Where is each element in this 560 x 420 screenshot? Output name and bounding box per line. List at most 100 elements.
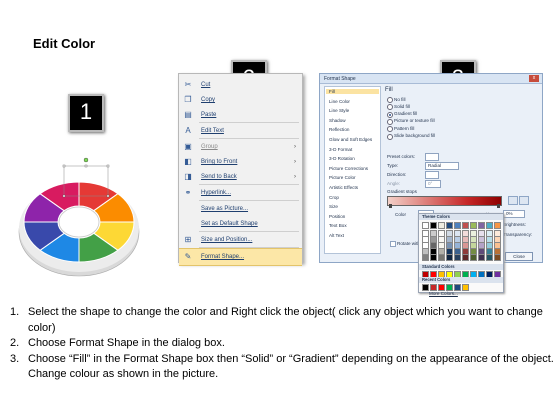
instruction-number: 3. xyxy=(10,352,20,365)
fill-radio[interactable] xyxy=(387,133,393,140)
theme-color-swatch[interactable] xyxy=(478,222,485,229)
nav-item[interactable]: Position xyxy=(329,214,345,219)
menu-item[interactable]: ✂ Cut xyxy=(179,77,302,93)
theme-color-swatch[interactable] xyxy=(486,254,493,261)
theme-color-swatch[interactable] xyxy=(422,254,429,261)
theme-color-swatch[interactable] xyxy=(462,222,469,229)
fill-radio[interactable] xyxy=(387,126,393,133)
scissors-icon: ✂ xyxy=(184,80,192,89)
submenu-arrow-icon: › xyxy=(294,159,296,165)
theme-color-swatch[interactable] xyxy=(438,254,445,261)
nav-item[interactable]: Size xyxy=(329,204,338,209)
instruction-text: Choose Format Shape in the dialog box. xyxy=(28,337,225,349)
menu-item[interactable]: Save as Picture... xyxy=(179,201,302,217)
theme-color-swatch[interactable] xyxy=(470,222,477,229)
theme-color-swatch[interactable] xyxy=(494,254,501,261)
recent-color-swatch[interactable] xyxy=(454,284,461,291)
standard-colors-label: Standard Colors xyxy=(419,264,503,270)
menu-item-label: Bring to Front xyxy=(201,159,238,165)
menu-item[interactable]: ▤ Paste xyxy=(179,107,302,123)
nav-item[interactable]: Glow and Soft Edges xyxy=(329,137,372,142)
nav-item[interactable]: Reflection xyxy=(329,127,349,132)
gradient-stops-bar[interactable] xyxy=(387,196,502,206)
theme-color-swatch[interactable] xyxy=(438,222,445,229)
menu-item[interactable]: A Edit Text xyxy=(179,123,302,139)
nav-item[interactable]: Artistic Effects xyxy=(329,185,358,190)
menu-item[interactable]: ▣ Group › xyxy=(179,139,302,155)
recent-color-swatch[interactable] xyxy=(422,284,429,291)
close-button[interactable]: Close xyxy=(505,252,533,261)
preset-colors-dropdown[interactable] xyxy=(425,153,439,161)
position-field[interactable]: 0% xyxy=(503,210,525,218)
fill-option-label: Picture or texture fill xyxy=(394,118,435,124)
menu-item[interactable]: ⊞ Size and Position... xyxy=(179,232,302,248)
menu-item[interactable]: ⚭ Hyperlink... xyxy=(179,185,302,201)
nav-item[interactable]: Fill xyxy=(326,89,379,94)
theme-color-swatch[interactable] xyxy=(454,254,461,261)
theme-color-swatch[interactable] xyxy=(430,222,437,229)
fill-radio[interactable] xyxy=(387,118,393,125)
menu-item-label: Format Shape... xyxy=(201,254,245,260)
theme-color-swatch[interactable] xyxy=(462,254,469,261)
preset-colors-label: Preset colors: xyxy=(387,154,416,159)
bring-to-front-icon: ◧ xyxy=(184,157,192,166)
nav-item[interactable]: Line Color xyxy=(329,99,350,104)
angle-field[interactable]: 0° xyxy=(425,180,441,188)
theme-color-swatch[interactable] xyxy=(470,254,477,261)
nav-item[interactable]: Picture Color xyxy=(329,175,356,180)
gradient-stops-label: Gradient stops xyxy=(387,189,417,194)
theme-color-swatch[interactable] xyxy=(446,222,453,229)
fill-radio[interactable] xyxy=(387,111,393,118)
instruction-item: 3. Choose “Fill” in the Format Shape box… xyxy=(10,352,555,383)
type-dropdown[interactable]: Radial xyxy=(425,162,459,170)
menu-item-label: Edit Text xyxy=(201,128,224,134)
rotate-checkbox[interactable] xyxy=(390,241,396,247)
close-icon[interactable]: x xyxy=(529,75,539,82)
recent-color-swatch[interactable] xyxy=(430,284,437,291)
menu-item[interactable]: ◨ Send to Back › xyxy=(179,169,302,185)
fill-option-label: No fill xyxy=(394,96,406,102)
more-colors-link[interactable]: More Colors... xyxy=(429,291,458,296)
menu-item[interactable]: ✎ Format Shape... xyxy=(179,248,302,266)
theme-color-swatch[interactable] xyxy=(446,254,453,261)
send-to-back-icon: ◨ xyxy=(184,172,192,181)
theme-color-swatch[interactable] xyxy=(454,222,461,229)
panel-heading: Fill xyxy=(385,87,393,93)
size-position-icon: ⊞ xyxy=(184,235,192,244)
gradient-stop-handle[interactable] xyxy=(497,204,500,208)
menu-item[interactable]: ◧ Bring to Front › xyxy=(179,154,302,170)
recent-color-swatch[interactable] xyxy=(462,284,469,291)
nav-item[interactable]: Alt Text xyxy=(329,233,344,238)
recent-color-swatch[interactable] xyxy=(446,284,453,291)
nav-item[interactable]: 3-D Rotation xyxy=(329,156,355,161)
theme-color-swatch[interactable] xyxy=(486,222,493,229)
theme-color-swatch[interactable] xyxy=(494,222,501,229)
recent-colors-label: Recent Colors xyxy=(419,277,503,283)
nav-item[interactable]: 3-D Format xyxy=(329,147,352,152)
nav-item[interactable]: Line Style xyxy=(329,108,349,113)
context-menu: ✂ Cut ❐ Copy ▤ Paste A Edit Text ▣ Group › ◧ Bring t… xyxy=(178,73,303,266)
nav-item[interactable]: Picture Corrections xyxy=(329,166,368,171)
puzzle-ring-diagram[interactable] xyxy=(17,150,141,280)
add-stop-icon[interactable] xyxy=(508,196,518,205)
dialog-nav: Fill Line Color Line Style Shadow Reflection… xyxy=(324,86,381,254)
theme-color-swatch[interactable] xyxy=(478,254,485,261)
fill-option-label: Gradient fill xyxy=(394,111,418,117)
menu-item[interactable]: ❐ Copy xyxy=(179,92,302,108)
group-icon: ▣ xyxy=(184,142,192,151)
menu-item[interactable]: Set as Default Shape xyxy=(179,216,302,232)
gradient-stop-handle[interactable] xyxy=(389,204,392,208)
fill-radio[interactable] xyxy=(387,104,393,111)
theme-color-swatch[interactable] xyxy=(430,254,437,261)
nav-item[interactable]: Shadow xyxy=(329,118,346,123)
menu-item-label: Paste xyxy=(201,112,217,118)
remove-stop-icon[interactable] xyxy=(519,196,529,205)
instruction-number: 2. xyxy=(10,337,20,349)
nav-item[interactable]: Text Box xyxy=(329,223,347,228)
recent-color-swatch[interactable] xyxy=(438,284,445,291)
theme-color-swatch[interactable] xyxy=(422,222,429,229)
nav-item[interactable]: Crop xyxy=(329,195,339,200)
menu-item-label: Save as Picture... xyxy=(201,206,249,212)
direction-dropdown[interactable] xyxy=(425,171,439,179)
fill-radio[interactable] xyxy=(387,97,393,103)
